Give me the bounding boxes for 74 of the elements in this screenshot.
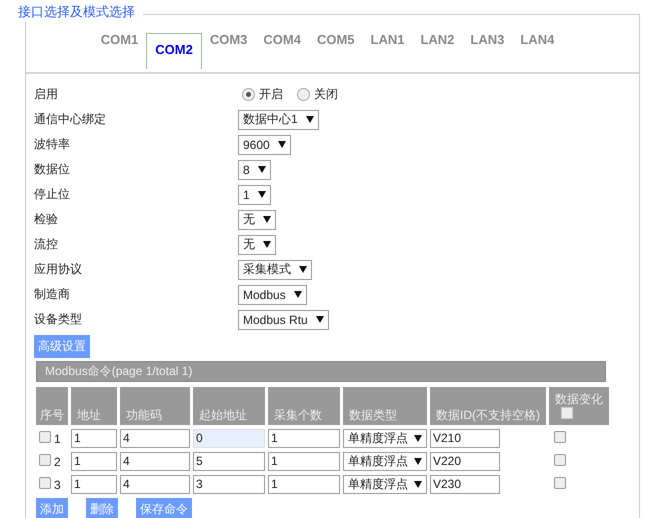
- input-field[interactable]: 1: [268, 428, 340, 448]
- dropdown[interactable]: 8: [238, 160, 271, 180]
- input-field[interactable]: 3: [193, 474, 265, 494]
- dropdown[interactable]: Modbus: [238, 284, 307, 304]
- dropdown-arrow-icon: [258, 166, 266, 173]
- table-title-bar: Modbus命令(page 1/total 1): [36, 361, 606, 382]
- field-label: 启用: [34, 86, 59, 103]
- dropdown[interactable]: 9600: [238, 134, 291, 154]
- radio-label: 关闭: [314, 86, 338, 103]
- dropdown[interactable]: 无: [238, 234, 276, 254]
- input-field[interactable]: 1: [71, 428, 117, 448]
- input-field[interactable]: V210: [430, 428, 500, 448]
- checkbox[interactable]: [554, 430, 566, 442]
- dropdown-arrow-icon: [278, 141, 286, 148]
- input-field[interactable]: 0: [193, 428, 265, 448]
- row-number: 1: [54, 432, 61, 446]
- column-header: 功能码: [120, 387, 190, 425]
- dropdown-arrow-icon: [299, 266, 307, 273]
- dropdown-arrow-icon: [294, 291, 302, 298]
- column-header: 序号: [36, 387, 68, 425]
- row-number: 3: [54, 478, 61, 492]
- input-field[interactable]: 1: [268, 474, 340, 494]
- tab[interactable]: COM2: [146, 33, 202, 69]
- dropdown[interactable]: 单精度浮点: [343, 428, 427, 448]
- field-label: 流控: [34, 236, 59, 253]
- field-label: 通信中心绑定: [34, 111, 107, 128]
- input-field[interactable]: 4: [120, 474, 190, 494]
- input-field[interactable]: V230: [430, 474, 500, 494]
- input-field[interactable]: 4: [120, 428, 190, 448]
- dropdown-arrow-icon: [316, 316, 324, 323]
- radio-button[interactable]: [242, 88, 255, 101]
- column-header: 数据类型: [343, 387, 427, 425]
- input-field[interactable]: 5: [193, 452, 265, 470]
- dropdown-arrow-icon: [258, 191, 266, 198]
- row-checkbox[interactable]: [39, 454, 51, 466]
- field-label: 检验: [34, 211, 59, 228]
- field-label: 停止位: [34, 186, 71, 203]
- field-label: 制造商: [34, 286, 71, 303]
- row-number: 2: [54, 454, 61, 468]
- column-header: 起始地址: [193, 387, 265, 425]
- field-label: 波特率: [34, 136, 71, 153]
- checkbox[interactable]: [554, 476, 566, 488]
- dropdown[interactable]: 数据中心1: [238, 110, 319, 130]
- input-field[interactable]: 1: [71, 474, 117, 494]
- dropdown[interactable]: 单精度浮点: [343, 452, 427, 470]
- field-label: 数据位: [34, 161, 71, 178]
- dropdown-arrow-icon: [263, 241, 271, 248]
- dropdown-arrow-icon: [263, 216, 271, 223]
- dropdown-arrow-icon: [414, 458, 422, 464]
- radio-button[interactable]: [297, 88, 310, 101]
- dropdown[interactable]: 单精度浮点: [343, 474, 427, 494]
- field-label: 设备类型: [34, 311, 83, 328]
- column-header: 数据变化: [555, 392, 603, 406]
- dropdown[interactable]: 1: [238, 184, 271, 204]
- input-field[interactable]: V220: [430, 452, 500, 470]
- input-field[interactable]: 1: [71, 452, 117, 470]
- column-header: 数据ID(不支持空格): [430, 387, 546, 425]
- dropdown-arrow-icon: [306, 116, 314, 123]
- group-title: 接口选择及模式选择: [18, 3, 143, 21]
- column-header: 采集个数: [268, 387, 340, 425]
- row-checkbox[interactable]: [39, 430, 51, 442]
- select-all-checkbox[interactable]: [561, 407, 573, 419]
- input-field[interactable]: 4: [120, 452, 190, 470]
- dropdown[interactable]: 采集模式: [238, 260, 312, 280]
- dropdown-arrow-icon: [414, 434, 422, 442]
- radio-label: 开启: [259, 86, 283, 103]
- dropdown[interactable]: 无: [238, 210, 276, 230]
- dropdown-arrow-icon: [414, 480, 422, 488]
- column-header: 地址: [71, 387, 117, 425]
- field-label: 应用协议: [34, 261, 83, 278]
- dropdown[interactable]: Modbus Rtu: [238, 310, 329, 330]
- row-checkbox[interactable]: [39, 476, 51, 488]
- checkbox[interactable]: [554, 454, 566, 466]
- input-field[interactable]: 1: [268, 452, 340, 470]
